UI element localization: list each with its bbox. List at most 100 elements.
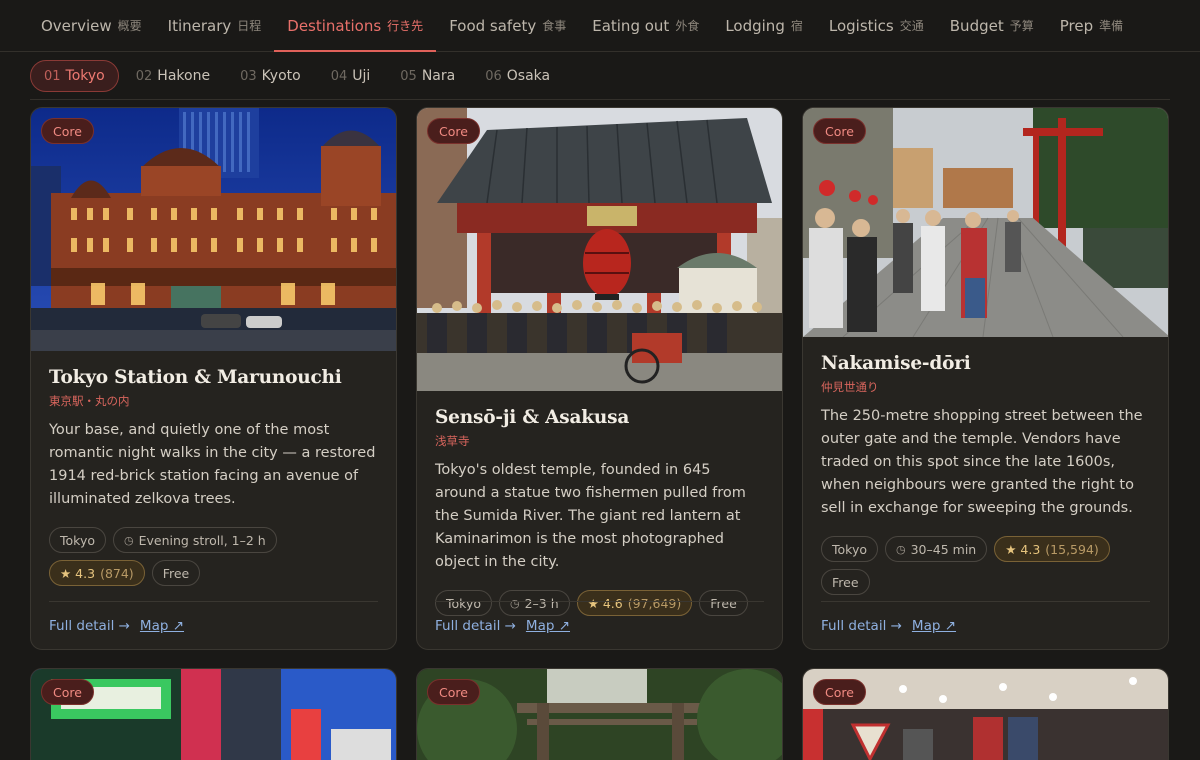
city-number: 04 bbox=[330, 68, 348, 84]
tag-list: Tokyo ◷ 30–45 min ★ 4.3 (15,594) Free bbox=[821, 536, 1150, 595]
tab-label: Lodging bbox=[725, 16, 785, 35]
destination-photo: Core bbox=[803, 108, 1168, 337]
city-number: 02 bbox=[135, 68, 153, 84]
tab-jp-label: 食事 bbox=[542, 19, 567, 33]
city-label: Kyoto bbox=[261, 68, 301, 84]
destination-description: Tokyo's oldest temple, founded in 645 ar… bbox=[435, 462, 746, 570]
rating-value: ★ 4.3 bbox=[1005, 541, 1041, 557]
city-label: Tokyo bbox=[65, 68, 105, 84]
destination-photo: Core bbox=[417, 669, 782, 760]
city-pill-nara[interactable]: 05 Nara bbox=[387, 60, 468, 92]
city-pill-kyoto[interactable]: 03 Kyoto bbox=[227, 60, 314, 92]
destination-card[interactable]: Core Sensō-ji & Asakusa 浅草寺 Tokyo's olde… bbox=[416, 107, 783, 650]
core-badge: Core bbox=[41, 679, 94, 705]
city-pill-tokyo[interactable]: 01 Tokyo bbox=[30, 60, 119, 92]
tab-food-safety[interactable]: Food safety 食事 bbox=[436, 0, 579, 51]
full-detail-link[interactable]: Full detail → bbox=[821, 618, 902, 634]
tab-logistics[interactable]: Logistics 交通 bbox=[816, 0, 937, 51]
price-chip: Free bbox=[151, 560, 201, 586]
core-badge: Core bbox=[41, 118, 94, 144]
full-detail-link[interactable]: Full detail → bbox=[435, 618, 516, 634]
destination-photo: Core bbox=[803, 669, 1168, 760]
rating-chip: ★ 4.3 (15,594) bbox=[994, 536, 1110, 562]
tab-jp-label: 準備 bbox=[1099, 19, 1124, 33]
city-label: Osaka bbox=[506, 68, 551, 84]
card-footer: Full detail → Map ↗ bbox=[435, 601, 764, 649]
destination-photo: Core bbox=[417, 108, 782, 391]
destination-photo: Core bbox=[31, 669, 396, 760]
destination-photo: Core bbox=[31, 108, 396, 351]
clock-icon: ◷ bbox=[896, 542, 906, 556]
tab-label: Logistics bbox=[828, 16, 894, 35]
city-label: Uji bbox=[352, 68, 371, 84]
rating-chip: ★ 4.3 (874) bbox=[49, 560, 145, 586]
tab-prep[interactable]: Prep 準備 bbox=[1047, 0, 1136, 51]
destination-title: Nakamise-dōri bbox=[821, 353, 971, 374]
core-badge: Core bbox=[813, 118, 866, 144]
city-number: 06 bbox=[485, 68, 502, 84]
tab-budget[interactable]: Budget 予算 bbox=[937, 0, 1047, 51]
clock-icon: ◷ bbox=[124, 533, 134, 547]
tab-label: Eating out bbox=[592, 16, 670, 35]
tab-jp-label: 外食 bbox=[675, 19, 700, 33]
city-label: Nara bbox=[421, 68, 456, 84]
tab-eating-out[interactable]: Eating out 外食 bbox=[579, 0, 712, 51]
duration-text: Evening stroll, 1–2 h bbox=[138, 532, 266, 548]
city-pill-hakone[interactable]: 02 Hakone bbox=[123, 60, 223, 92]
destination-jp-name: 東京駅・丸の内 bbox=[49, 394, 130, 408]
tab-jp-label: 宿 bbox=[790, 19, 803, 33]
rating-value: ★ 4.3 bbox=[60, 565, 96, 581]
city-filter-bar: 01 Tokyo 02 Hakone 03 Kyoto 04 Uji 05 Nara 06… bbox=[30, 60, 1170, 100]
duration-chip: ◷ Evening stroll, 1–2 h bbox=[113, 527, 277, 553]
tab-label: Destinations bbox=[287, 16, 382, 35]
review-count: (15,594) bbox=[1045, 541, 1099, 557]
map-link[interactable]: Map ↗ bbox=[526, 618, 570, 634]
map-link[interactable]: Map ↗ bbox=[140, 618, 184, 634]
core-badge: Core bbox=[427, 118, 480, 144]
tag-list: Tokyo ◷ Evening stroll, 1–2 h ★ 4.3 (874) … bbox=[49, 527, 378, 586]
tab-label: Food safety bbox=[449, 16, 537, 35]
destination-description: The 250-metre shopping street between th… bbox=[821, 408, 1143, 516]
tab-label: Itinerary bbox=[167, 16, 232, 35]
duration-chip: ◷ 30–45 min bbox=[885, 536, 988, 562]
destination-title: Tokyo Station & Marunouchi bbox=[49, 367, 342, 388]
full-detail-link[interactable]: Full detail → bbox=[49, 618, 130, 634]
card-footer: Full detail → Map ↗ bbox=[821, 601, 1150, 649]
destination-card[interactable]: Core bbox=[30, 668, 397, 760]
tab-label: Overview bbox=[41, 16, 112, 35]
price-chip: Free bbox=[821, 569, 870, 595]
tab-jp-label: 概要 bbox=[117, 19, 142, 33]
tab-destinations[interactable]: Destinations 行き先 bbox=[274, 0, 437, 52]
core-badge: Core bbox=[813, 679, 866, 705]
destination-card[interactable]: Core Nakamise-dōri 仲見世通り The 250-metre s… bbox=[802, 107, 1169, 650]
destination-card[interactable]: Core bbox=[802, 668, 1169, 760]
tab-itinerary[interactable]: Itinerary 日程 bbox=[155, 0, 275, 51]
tab-lodging[interactable]: Lodging 宿 bbox=[712, 0, 816, 51]
tab-jp-label: 予算 bbox=[1009, 19, 1034, 33]
area-chip: Tokyo bbox=[49, 527, 106, 553]
destination-description: Your base, and quietly one of the most r… bbox=[49, 422, 376, 507]
destination-card[interactable]: Core Tokyo Station & Marunouchi 東京駅・丸の内 … bbox=[30, 107, 397, 650]
tab-label: Budget bbox=[949, 16, 1004, 35]
city-pill-uji[interactable]: 04 Uji bbox=[318, 60, 384, 92]
destination-jp-name: 浅草寺 bbox=[435, 434, 470, 448]
tab-label: Prep bbox=[1059, 16, 1094, 35]
top-nav: Overview 概要 Itinerary 日程 Destinations 行き先 F… bbox=[0, 0, 1200, 52]
city-pill-osaka[interactable]: 06 Osaka bbox=[472, 60, 563, 92]
destination-card[interactable]: Core bbox=[416, 668, 783, 760]
review-count: (874) bbox=[100, 565, 134, 581]
city-number: 03 bbox=[240, 68, 257, 84]
core-badge: Core bbox=[427, 679, 480, 705]
city-number: 01 bbox=[44, 68, 61, 84]
destination-title: Sensō-ji & Asakusa bbox=[435, 407, 630, 428]
city-number: 05 bbox=[400, 68, 417, 84]
tab-jp-label: 交通 bbox=[899, 19, 924, 33]
map-link[interactable]: Map ↗ bbox=[912, 618, 956, 634]
duration-text: 30–45 min bbox=[910, 541, 977, 557]
card-footer: Full detail → Map ↗ bbox=[49, 601, 378, 649]
tab-jp-label: 行き先 bbox=[387, 19, 424, 33]
tab-jp-label: 日程 bbox=[237, 19, 262, 33]
area-chip: Tokyo bbox=[821, 536, 878, 562]
tab-overview[interactable]: Overview 概要 bbox=[28, 0, 155, 51]
city-label: Hakone bbox=[157, 68, 211, 84]
